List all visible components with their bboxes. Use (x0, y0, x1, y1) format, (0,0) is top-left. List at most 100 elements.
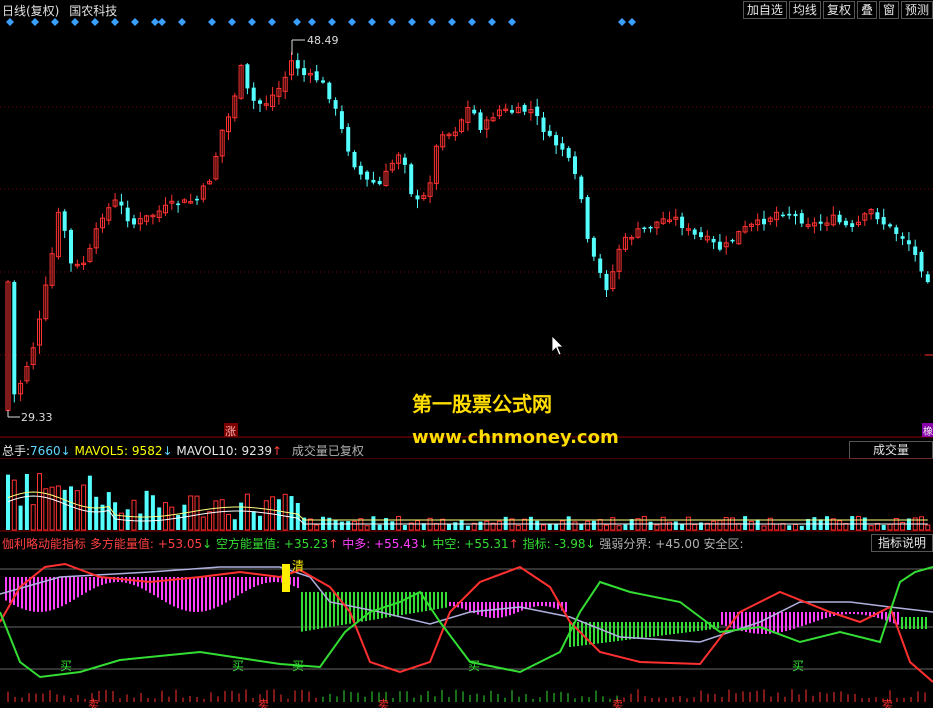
volume-bar-up (604, 524, 609, 531)
candle-down (913, 246, 918, 255)
volume-bar-down (18, 505, 23, 530)
signal-diamond (71, 18, 79, 26)
mouse-cursor-icon (551, 335, 564, 356)
mid-short-value: +55.31 (464, 537, 509, 551)
candle-down (717, 241, 722, 250)
volume-bar-up (522, 518, 528, 531)
volume-indicator-button[interactable]: 成交量 (849, 441, 933, 459)
candle-down (12, 281, 17, 395)
mavol5-arrow: ↓ (162, 444, 173, 458)
candle-down (69, 229, 73, 264)
volume-bar-down (806, 519, 811, 530)
candle-down (850, 223, 855, 227)
boundary-label: 强弱分界: (599, 537, 652, 551)
volume-bar-down (881, 524, 886, 530)
volume-bar-up (736, 523, 742, 531)
indicator-chart[interactable]: 清买 买 买 买 买卖 卖 卖 卖 卖 (0, 552, 933, 708)
signal-diamond (208, 18, 216, 26)
volume-bar-down (818, 519, 823, 530)
volume-bar-up (887, 523, 893, 531)
signal-diamond (51, 18, 59, 26)
volume-bar-up (837, 520, 843, 531)
candle-down (365, 171, 370, 180)
total-arrow: ↓ (60, 444, 71, 458)
candle-down (692, 229, 697, 235)
signal-diamond (178, 18, 186, 26)
volume-bar-down (503, 516, 508, 530)
volume-bar-up (314, 524, 320, 531)
sell-mark: 卖 (612, 698, 623, 708)
candle-down (919, 251, 924, 272)
volume-bar-up (188, 495, 194, 531)
volume-bar-down (100, 504, 105, 530)
volume-bar-down (125, 509, 130, 530)
index-arrow: ↓ (585, 537, 596, 551)
signal-diamond (293, 18, 301, 26)
mavol5-value: 9582 (131, 444, 163, 458)
volume-bar-down (478, 521, 483, 530)
signal-diamond (228, 18, 236, 26)
mid-long-label: 中多: (342, 537, 371, 551)
volume-bar-up (11, 479, 17, 531)
candle-down (730, 239, 735, 242)
volume-bar-up (654, 524, 660, 531)
volume-bar-up (667, 521, 672, 531)
indicator-help-button[interactable]: 指标说明 (870, 534, 933, 552)
volume-bar-down (402, 525, 407, 530)
sell-mark: 卖 (882, 698, 893, 708)
volume-note: 成交量已复权 (291, 444, 364, 458)
candle-down (906, 240, 911, 245)
candle-down (327, 82, 332, 100)
volume-bar-up (559, 520, 565, 531)
long-energy-label: 多方能量值: (89, 537, 154, 551)
candle-down (522, 104, 527, 112)
candle-down (547, 130, 552, 136)
volume-bar-up (868, 525, 874, 531)
candle-down (125, 207, 130, 222)
buy-mark: 买 (468, 659, 480, 673)
candle-down (818, 221, 823, 224)
price-chart[interactable]: 48.49 29.33 涨 橡 (0, 0, 933, 440)
mid-long-arrow: ↓ (418, 537, 429, 551)
volume-bar-up (263, 500, 269, 531)
signal-diamond (508, 18, 516, 26)
signal-diamond (131, 18, 139, 26)
volume-bar-up (219, 499, 225, 531)
watermark-url: www.chnmoney.com (412, 427, 619, 448)
volume-bar-up (692, 524, 698, 531)
mavol10-label: MAVOL10: (176, 444, 238, 458)
volume-bar-up (748, 520, 754, 531)
buy-mark: 买 (232, 659, 244, 673)
volume-bar-up (74, 490, 80, 531)
candle-down (302, 68, 307, 76)
boundary-value: +45.00 (655, 537, 700, 551)
volume-chart[interactable] (0, 458, 933, 532)
candle-down (358, 165, 363, 175)
candle-down (894, 227, 899, 234)
candle-down (535, 106, 540, 117)
candle-down (680, 216, 685, 229)
candle-down (251, 87, 256, 101)
volume-bar-up (856, 515, 861, 531)
candle-down (245, 64, 250, 89)
mavol5-label: MAVOL5: (74, 444, 129, 458)
volume-bar-up (919, 516, 924, 531)
signal-diamond (448, 18, 456, 26)
mavol10-value: 9239 (241, 444, 272, 458)
clear-signal-bar (282, 564, 290, 592)
volume-bar-down (176, 514, 181, 530)
sell-mark: 卖 (258, 698, 269, 708)
signal-diamond (6, 18, 14, 26)
candle-down (900, 236, 905, 239)
signal-diamond (248, 18, 256, 26)
candle-down (799, 213, 804, 224)
candle-down (762, 218, 766, 225)
volume-bar-down (743, 516, 748, 530)
candle-down (560, 143, 565, 150)
volume-bar-down (333, 519, 338, 530)
candle-down (780, 214, 785, 217)
short-energy-arrow: ↑ (328, 537, 339, 551)
volume-bar-down (825, 516, 829, 530)
candle-down (843, 220, 848, 226)
volume-bar-down (535, 520, 540, 530)
